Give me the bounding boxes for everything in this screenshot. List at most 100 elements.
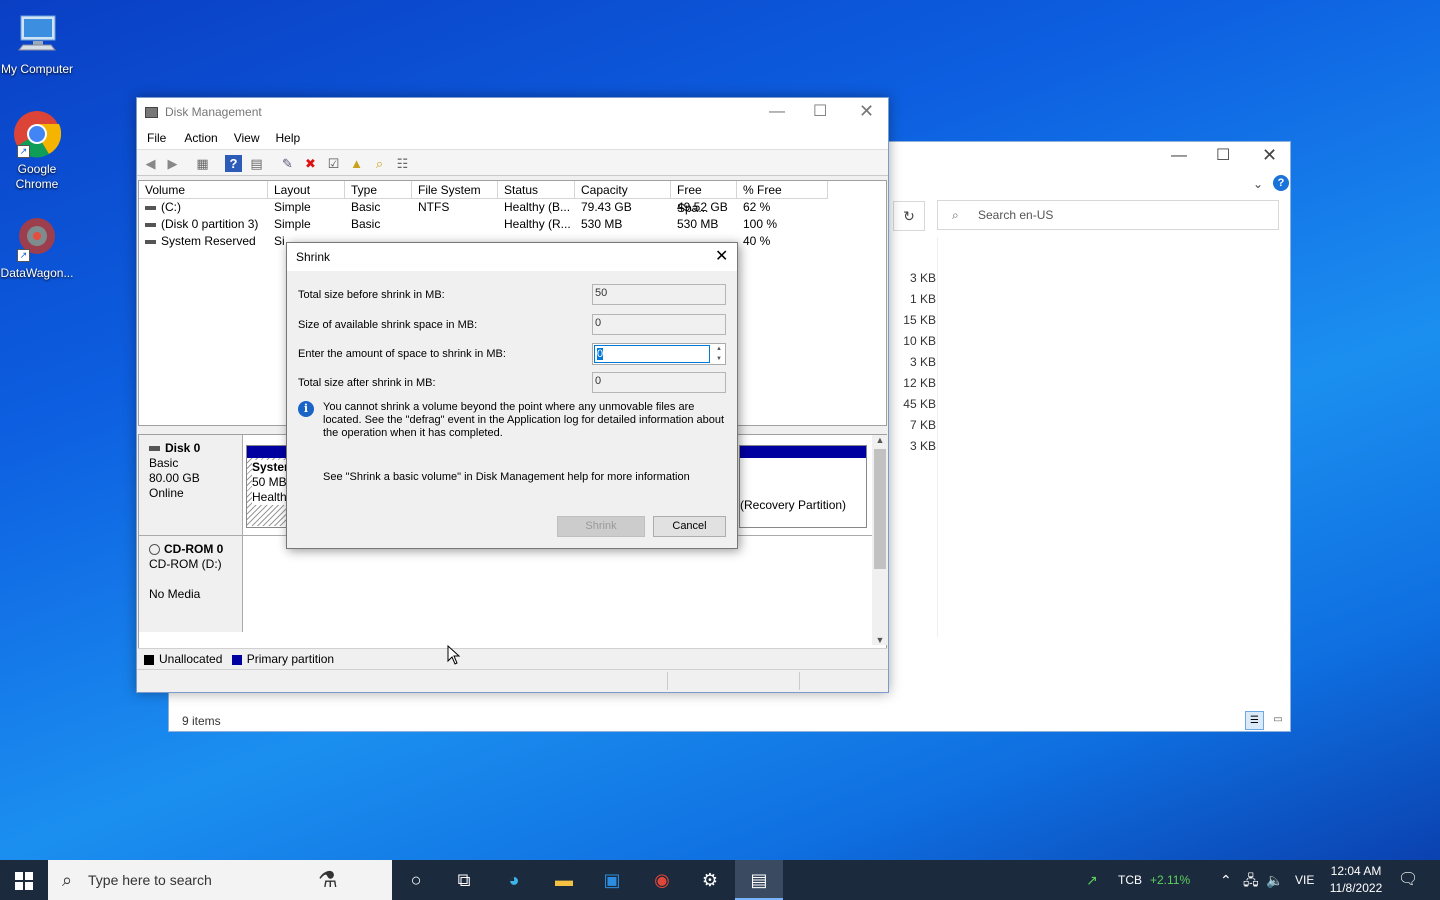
minimize-icon[interactable]: —	[769, 104, 785, 120]
partition-recovery[interactable]: (Recovery Partition)	[739, 445, 867, 528]
close-icon[interactable]: ✕	[859, 102, 874, 120]
maximize-icon[interactable]: ☐	[813, 104, 827, 120]
volume-cell: (Disk 0 partition 3)	[139, 216, 268, 233]
info-icon: i	[298, 401, 314, 417]
settings-gear-icon[interactable]: ⚙	[686, 860, 734, 900]
column-header-percent-free[interactable]: % Free	[737, 181, 828, 199]
layout-cell: Simple	[274, 217, 311, 231]
properties-icon[interactable]: ▤	[248, 155, 265, 172]
chevron-down-icon[interactable]: ⌄	[1253, 176, 1263, 192]
shrink-amount-input[interactable]: 0	[594, 345, 710, 363]
folder-up-icon[interactable]: ▲	[348, 155, 365, 172]
desktop-icon-label: My Computer	[0, 62, 74, 76]
task-view-icon[interactable]: ⧉	[440, 860, 488, 900]
back-icon[interactable]: ◀	[142, 155, 159, 172]
vertical-scrollbar[interactable]: ▲ ▼	[872, 435, 888, 645]
column-header-status[interactable]: Status	[498, 181, 575, 199]
column-header-capacity[interactable]: Capacity	[575, 181, 671, 199]
check-icon[interactable]: ☑	[325, 155, 342, 172]
stock-name[interactable]: TCB	[1118, 860, 1142, 900]
spin-up-icon[interactable]: ▲	[713, 344, 725, 354]
minimize-icon[interactable]: —	[1171, 148, 1187, 164]
shortcut-arrow-icon: ↗	[17, 145, 30, 158]
edge-icon[interactable]: ◕	[490, 860, 538, 900]
forward-icon[interactable]: ▶	[164, 155, 181, 172]
scroll-down-icon[interactable]: ▼	[872, 635, 888, 645]
delete-icon[interactable]: ✖	[302, 155, 319, 172]
column-header-file-system[interactable]: File System	[412, 181, 498, 199]
cdrom-icon	[149, 544, 160, 556]
desktop-icon-label: DataWagon...	[0, 266, 74, 280]
status-cell: Healthy (B...	[504, 200, 571, 214]
legend: Unallocated Primary partition	[138, 648, 887, 668]
file-explorer-icon[interactable]: ▬	[540, 860, 588, 900]
details-view-icon[interactable]: ☰	[1245, 711, 1264, 730]
chrome-icon[interactable]: ◉	[638, 860, 686, 900]
scrollbar-thumb[interactable]	[874, 449, 886, 569]
close-icon[interactable]: ✕	[1262, 146, 1277, 164]
computer-icon	[13, 10, 61, 58]
status-cell: Healthy (R...	[504, 217, 571, 231]
pct-free-cell: 62 %	[743, 200, 771, 214]
shrink-dialog[interactable]: Shrink ✕ Total size before shrink in MB:…	[286, 242, 738, 549]
show-hide-console-icon[interactable]: ▦	[194, 155, 211, 172]
column-header-volume[interactable]: Volume	[139, 181, 268, 199]
desktop-icon-datawagon[interactable]: ↗ DataWagon...	[0, 214, 74, 281]
menu-file[interactable]: File	[139, 127, 174, 149]
dialog-title-bar[interactable]: Shrink ✕	[287, 243, 737, 271]
help-message: See "Shrink a basic volume" in Disk Mana…	[323, 471, 690, 483]
spin-down-icon[interactable]: ▼	[713, 354, 725, 364]
taskbar-search-input[interactable]: ⌕ Type here to search ⚗	[48, 860, 392, 900]
maximize-icon[interactable]: ☐	[1216, 148, 1230, 164]
menu-view[interactable]: View	[226, 127, 268, 149]
drive-icon	[145, 239, 156, 244]
start-windows-icon[interactable]	[0, 860, 48, 900]
large-icons-view-icon[interactable]: ▭	[1269, 711, 1287, 729]
fs-cell	[412, 216, 498, 233]
help-icon[interactable]: ?	[1273, 175, 1289, 191]
connect-icon[interactable]: ✎	[279, 155, 296, 172]
clock[interactable]: 12:04 AM 11/8/2022	[1328, 860, 1384, 900]
capacity-cell: 530 MB	[581, 217, 623, 231]
menu-action[interactable]: Action	[176, 127, 225, 149]
search-input[interactable]: ⌕ Search en-US	[937, 200, 1279, 230]
close-icon[interactable]: ✕	[715, 243, 728, 271]
title-bar[interactable]: Disk Management — ☐ ✕	[137, 98, 888, 127]
shrink-button[interactable]: Shrink	[557, 516, 645, 537]
type-cell: Basic	[351, 200, 381, 214]
available-space-label: Size of available shrink space in MB:	[298, 319, 478, 331]
volume-icon[interactable]: 🔈	[1266, 860, 1283, 900]
search-placeholder: Search en-US	[978, 208, 1054, 222]
help-icon[interactable]: ?	[225, 155, 242, 172]
desktop-icon-google-chrome[interactable]: ↗ Google Chrome	[0, 110, 74, 192]
column-header-type[interactable]: Type	[345, 181, 412, 199]
disk0-info[interactable]: Disk 0 Basic 80.00 GB Online	[139, 435, 243, 535]
total-before-label: Total size before shrink in MB:	[298, 289, 445, 301]
chevron-up-icon[interactable]: ⌃	[1220, 860, 1232, 900]
menu-help[interactable]: Help	[268, 127, 309, 149]
stock-change[interactable]: +2.11%	[1150, 860, 1190, 900]
column-header-free-space[interactable]: Free Spa...	[671, 181, 737, 215]
status-bar	[137, 669, 888, 692]
column-header-layout[interactable]: Layout	[268, 181, 345, 199]
scroll-up-icon[interactable]: ▲	[872, 435, 888, 445]
desktop-icon-my-computer[interactable]: My Computer	[0, 10, 74, 77]
total-after-field: 0	[592, 372, 726, 393]
disk-management-icon	[145, 107, 158, 118]
refresh-button[interactable]: ↻	[893, 201, 925, 231]
search-folder-icon[interactable]: ⌕	[371, 155, 388, 172]
stock-chart-icon: ↗	[1086, 872, 1098, 888]
cancel-button[interactable]: Cancel	[653, 516, 726, 537]
network-icon[interactable]: 🖧	[1243, 860, 1259, 900]
disk-management-taskbar-icon[interactable]: ▤	[735, 860, 783, 900]
search-placeholder: Type here to search	[88, 872, 212, 888]
cortana-icon[interactable]: ○	[392, 860, 440, 900]
notification-icon[interactable]: 🗨	[1398, 860, 1418, 900]
language-indicator[interactable]: VIE	[1295, 860, 1314, 900]
store-icon[interactable]: ▣	[588, 860, 636, 900]
clock-date: 11/8/2022	[1329, 881, 1383, 895]
shrink-amount-stepper[interactable]: 0 ▲ ▼	[592, 343, 726, 365]
pct-free-cell: 100 %	[743, 217, 778, 231]
cdrom0-info[interactable]: CD-ROM 0 CD-ROM (D:) No Media	[139, 536, 243, 632]
settings-list-icon[interactable]: ☷	[394, 155, 411, 172]
